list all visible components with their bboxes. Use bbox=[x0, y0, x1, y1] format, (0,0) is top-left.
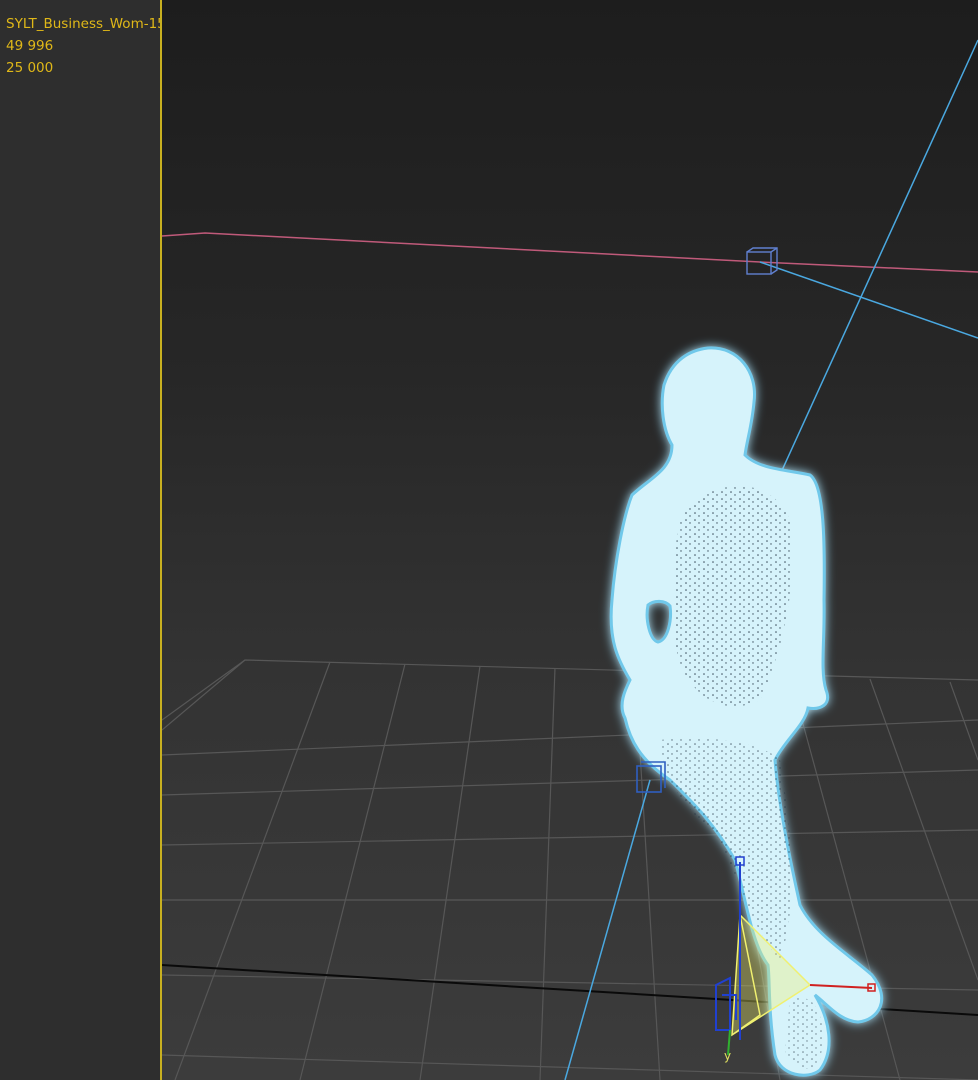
horizon-line bbox=[162, 232, 978, 273]
polygon-count: 49 996 bbox=[6, 38, 54, 54]
vertex-count: 25 000 bbox=[6, 60, 54, 76]
camera-line-2 bbox=[759, 261, 978, 339]
camera-line-3 bbox=[564, 779, 651, 1080]
object-name: SYLT_Business_Wom-15 bbox=[6, 16, 166, 32]
perspective-viewport[interactable]: y bbox=[162, 0, 978, 1080]
viewport-canvas[interactable]: y bbox=[162, 0, 978, 1080]
viewport-statistics: SYLT_Business_Wom-15 49 996 25 000 bbox=[6, 13, 166, 79]
left-panel: SYLT_Business_Wom-15 49 996 25 000 bbox=[0, 0, 166, 1080]
gizmo-y-label: y bbox=[724, 1049, 731, 1063]
